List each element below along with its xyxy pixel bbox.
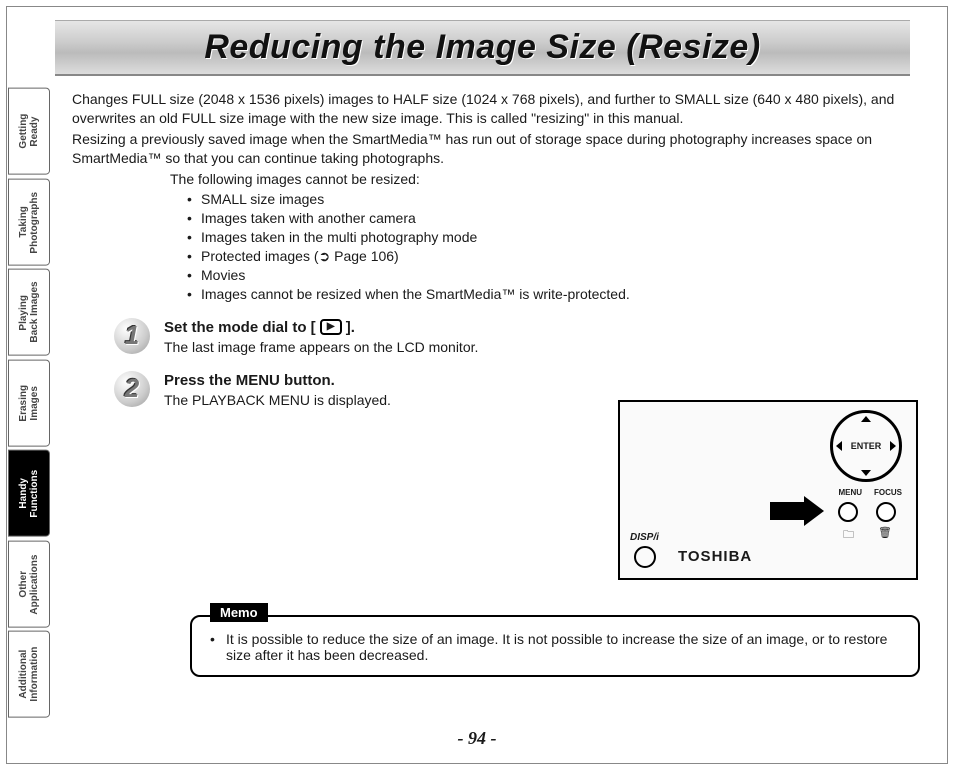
step-1-title: Set the mode dial to [ ▶ ]. <box>164 318 478 338</box>
sidebar-tabs: GettingReady TakingPhotographs PlayingBa… <box>8 88 50 718</box>
page-number: - 94 - <box>0 728 954 749</box>
menu-button-icon <box>838 502 858 522</box>
tab-getting-ready[interactable]: GettingReady <box>8 88 50 175</box>
tab-erasing-images[interactable]: ErasingImages <box>8 360 50 447</box>
camera-diagram: ENTER MENU FOCUS 🗀 🗑 DISP/i TOSHIBA <box>618 400 918 580</box>
trash-icon: 🗑 <box>878 526 892 539</box>
list-item: SMALL size images <box>187 190 922 209</box>
tab-handy-functions[interactable]: HandyFunctions <box>8 450 50 537</box>
list-item: Movies <box>187 266 922 285</box>
menu-label: MENU <box>838 488 862 497</box>
tab-additional-information[interactable]: AdditionalInformation <box>8 631 50 718</box>
disp-button-icon <box>634 546 656 568</box>
memo-box: Memo It is possible to reduce the size o… <box>190 615 920 677</box>
arrow-icon <box>770 502 806 520</box>
list-item: Images taken with another camera <box>187 209 922 228</box>
step-2-title: Press the MENU button. <box>164 371 391 391</box>
tab-taking-photographs[interactable]: TakingPhotographs <box>8 179 50 266</box>
body-content: Changes FULL size (2048 x 1536 pixels) i… <box>72 90 922 410</box>
list-item: Images cannot be resized when the SmartM… <box>187 285 922 304</box>
page-title: Reducing the Image Size (Resize) <box>204 28 760 67</box>
cannot-resize-list: SMALL size images Images taken with anot… <box>187 190 922 303</box>
step-1-sub: The last image frame appears on the LCD … <box>164 338 478 357</box>
title-bar: Reducing the Image Size (Resize) <box>55 20 910 76</box>
list-item: Images taken in the multi photography mo… <box>187 228 922 247</box>
tab-other-applications[interactable]: OtherApplications <box>8 541 50 628</box>
step-1: 1 Set the mode dial to [ ▶ ]. The last i… <box>114 318 922 357</box>
intro-p1: Changes FULL size (2048 x 1536 pixels) i… <box>72 90 922 128</box>
play-mode-icon: ▶ <box>320 319 342 335</box>
step-number-1-icon: 1 <box>114 318 150 354</box>
cannot-resize-line: The following images cannot be resized: <box>170 170 922 189</box>
focus-label: FOCUS <box>874 488 902 497</box>
memo-item: It is possible to reduce the size of an … <box>210 631 900 663</box>
list-item: Protected images (➲ Page 106) <box>187 247 922 266</box>
tab-playing-back-images[interactable]: PlayingBack Images <box>8 269 50 356</box>
step-number-2-icon: 2 <box>114 371 150 407</box>
memo-tag: Memo <box>210 603 268 622</box>
intro-p2: Resizing a previously saved image when t… <box>72 130 922 168</box>
folder-icon: 🗀 <box>843 526 854 545</box>
disp-label: DISP/i <box>630 532 659 543</box>
brand-label: TOSHIBA <box>678 548 752 565</box>
step-2-sub: The PLAYBACK MENU is displayed. <box>164 391 391 410</box>
enter-dial-icon: ENTER <box>830 410 902 482</box>
focus-button-icon <box>876 502 896 522</box>
